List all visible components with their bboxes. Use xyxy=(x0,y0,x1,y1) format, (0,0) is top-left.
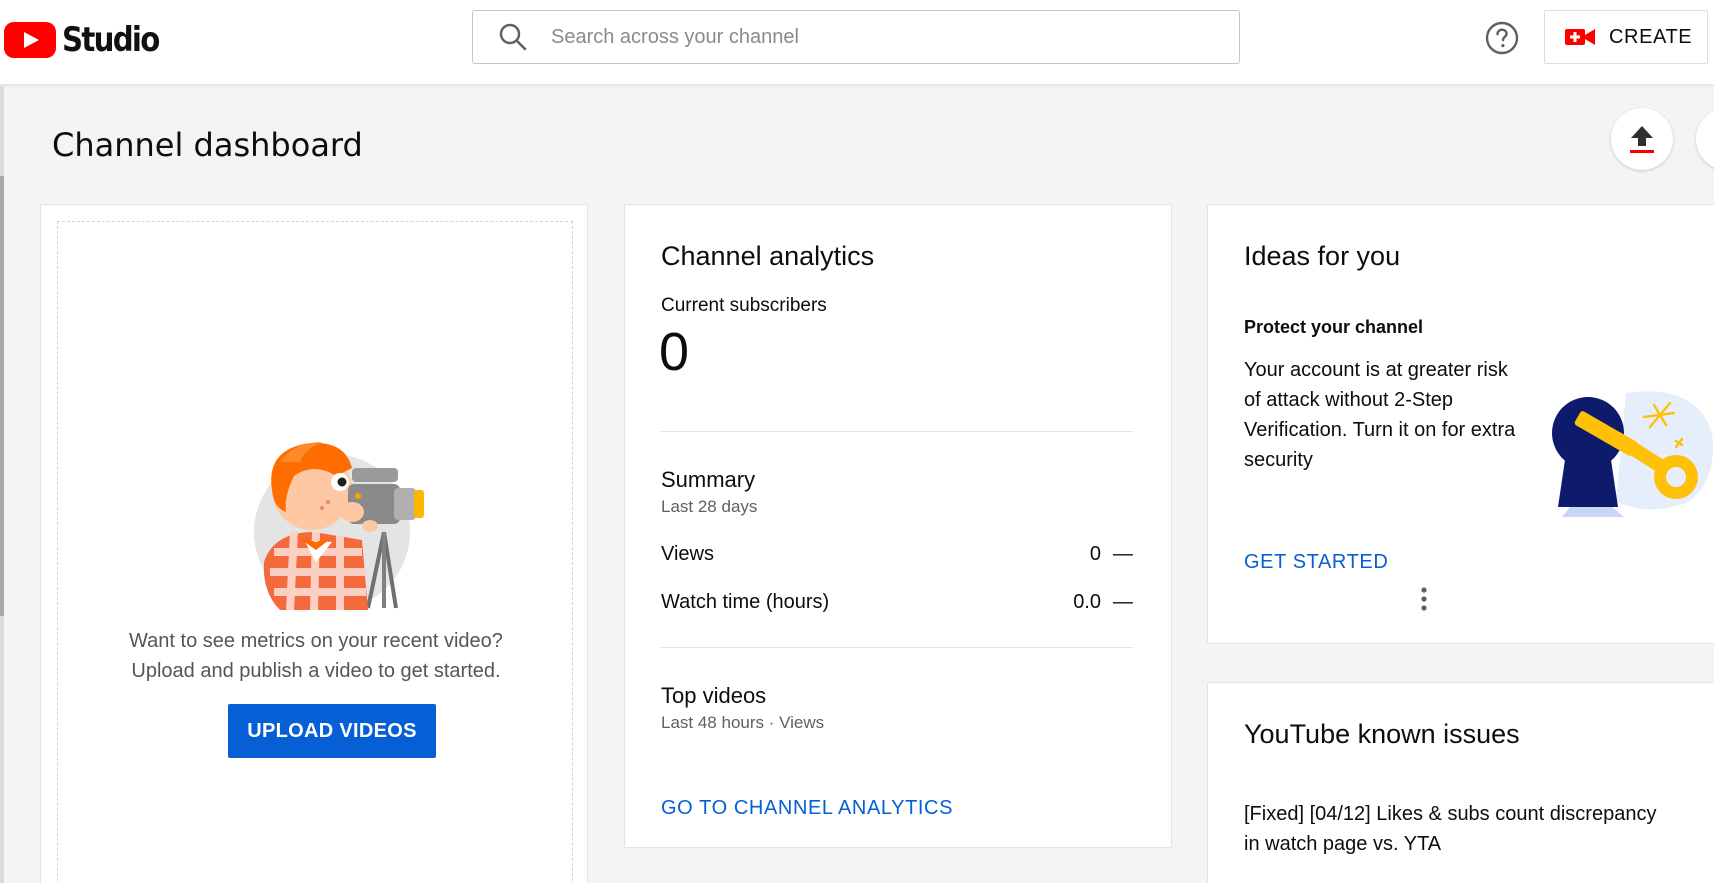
left-edge-scrollbar[interactable] xyxy=(0,86,4,883)
stat-value: 0.0 xyxy=(1073,591,1101,613)
top-videos-period: Last 48 hours · Views xyxy=(661,713,825,732)
top-bar: Studio CREATE xyxy=(0,0,1714,85)
divider xyxy=(661,647,1133,648)
analytics-title: Channel analytics xyxy=(661,241,875,271)
videographer-illustration xyxy=(254,442,424,610)
go-live-round-button[interactable] xyxy=(1696,108,1714,170)
top-videos-title: Top videos xyxy=(661,683,767,708)
stat-value: 0 xyxy=(1089,543,1101,565)
help-icon[interactable] xyxy=(1484,20,1520,56)
upload-prompt-line2: Upload and publish a video to get starte… xyxy=(131,660,501,682)
create-label: CREATE xyxy=(1609,25,1693,48)
search-input[interactable] xyxy=(551,25,1201,49)
create-button[interactable]: CREATE xyxy=(1544,10,1708,64)
page-title: Channel dashboard xyxy=(52,126,363,164)
known-issue-item[interactable]: [Fixed] [04/12] Likes & subs count discr… xyxy=(1244,799,1664,859)
scroll-thumb[interactable] xyxy=(0,176,4,616)
known-issues-title: YouTube known issues xyxy=(1244,719,1520,749)
idea-description: Your account is at greater risk of attac… xyxy=(1244,359,1516,471)
keyhole-key-illustration xyxy=(1552,391,1713,517)
stat-name: Watch time (hours) xyxy=(661,591,830,613)
subscribers-label: Current subscribers xyxy=(661,295,827,316)
summary-title: Summary xyxy=(661,467,756,492)
logo-text: Studio xyxy=(62,20,160,60)
upload-prompt-text: Want to see metrics on your recent video… xyxy=(58,626,574,686)
more-options-icon[interactable] xyxy=(1414,585,1434,613)
ideas-title: Ideas for you xyxy=(1244,241,1401,271)
subscribers-count: 0 xyxy=(659,322,690,382)
upload-prompt-card: Want to see metrics on your recent video… xyxy=(40,204,588,883)
stat-trend: — xyxy=(1113,591,1133,613)
upload-videos-button[interactable]: UPLOAD VIDEOS xyxy=(228,704,436,758)
video-camera-icon xyxy=(1565,29,1595,45)
summary-period: Last 28 days xyxy=(661,497,758,516)
divider xyxy=(661,431,1133,432)
youtube-play-icon xyxy=(4,22,56,58)
go-to-channel-analytics-link[interactable]: GO TO CHANNEL ANALYTICS xyxy=(661,797,953,820)
idea-heading: Protect your channel xyxy=(1244,317,1424,337)
upload-icon xyxy=(1630,126,1654,153)
search-icon xyxy=(499,23,527,51)
stat-trend: — xyxy=(1113,543,1133,565)
known-issues-card: YouTube known issues [Fixed] [04/12] Lik… xyxy=(1207,682,1714,883)
upload-prompt-line1: Want to see metrics on your recent video… xyxy=(129,630,503,652)
get-started-link[interactable]: GET STARTED xyxy=(1244,551,1388,574)
upload-round-button[interactable] xyxy=(1611,108,1673,170)
search-box[interactable] xyxy=(472,10,1240,64)
stat-name: Views xyxy=(661,543,714,565)
channel-analytics-card: Channel analytics Current subscribers 0 … xyxy=(624,204,1172,848)
upload-drop-area: Want to see metrics on your recent video… xyxy=(57,221,573,883)
ideas-for-you-card: Ideas for you Protect your channel Your … xyxy=(1207,204,1714,644)
studio-logo[interactable]: Studio xyxy=(4,20,174,60)
